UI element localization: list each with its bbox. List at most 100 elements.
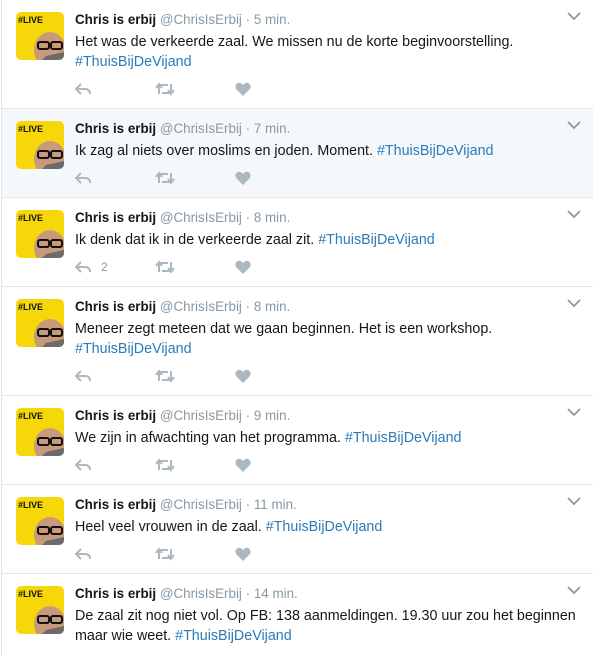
tweet-text: Het was de verkeerde zaal. We missen nu … xyxy=(75,32,579,72)
avatar[interactable]: #LIVE xyxy=(16,586,64,634)
tweet[interactable]: #LIVE Chris is erbij @ChrisIsErbij · 8 m… xyxy=(2,198,593,287)
tweet-author-handle[interactable]: @ChrisIsErbij xyxy=(160,299,242,314)
hashtag-link[interactable]: #ThuisBijDeVijand xyxy=(75,54,192,70)
tweet-body: Ik denk dat ik in de verkeerde zaal zit. xyxy=(75,232,319,248)
avatar-image: #LIVE xyxy=(16,121,64,169)
tweet[interactable]: #LIVE Chris is erbij @ChrisIsErbij · 8 m… xyxy=(2,287,593,396)
tweet-author-handle[interactable]: @ChrisIsErbij xyxy=(160,12,242,27)
retweet-icon xyxy=(155,82,175,96)
tweet-author-name[interactable]: Chris is erbij xyxy=(75,299,156,314)
tweet-author-name[interactable]: Chris is erbij xyxy=(75,210,156,225)
tweet-timestamp[interactable]: 11 min. xyxy=(254,497,297,512)
avatar[interactable]: #LIVE xyxy=(16,408,64,456)
reply-button[interactable] xyxy=(75,369,155,383)
retweet-button[interactable] xyxy=(155,458,235,472)
tweet-author-handle[interactable]: @ChrisIsErbij xyxy=(160,210,242,225)
retweet-icon xyxy=(155,260,175,274)
chevron-down-icon[interactable] xyxy=(567,405,581,419)
tweet-timestamp[interactable]: 14 min. xyxy=(254,586,298,601)
chevron-down-icon[interactable] xyxy=(567,494,581,508)
tweet-author-handle[interactable]: @ChrisIsErbij xyxy=(160,121,242,136)
tweet-body: Het was de verkeerde zaal. We missen nu … xyxy=(75,34,514,50)
heart-icon xyxy=(235,458,251,472)
like-button[interactable] xyxy=(235,260,251,274)
reply-icon xyxy=(75,548,91,560)
tweet-author-name[interactable]: Chris is erbij xyxy=(75,12,156,27)
tweet-body: De zaal zit nog niet vol. Op FB: 138 aan… xyxy=(75,608,576,644)
tweet[interactable]: #LIVE Chris is erbij @ChrisIsErbij · 5 m… xyxy=(2,0,593,109)
tweet[interactable]: #LIVE Chris is erbij @ChrisIsErbij · 9 m… xyxy=(2,396,593,485)
tweet-text: De zaal zit nog niet vol. Op FB: 138 aan… xyxy=(75,606,579,646)
like-button[interactable] xyxy=(235,547,251,561)
reply-icon xyxy=(75,172,91,184)
avatar-badge: #LIVE xyxy=(18,500,43,510)
tweet-body: Meneer zegt meteen dat we gaan beginnen.… xyxy=(75,321,493,337)
hashtag-link[interactable]: #ThuisBijDeVijand xyxy=(318,232,435,248)
tweet-timestamp[interactable]: 8 min. xyxy=(254,210,290,225)
tweet-timestamp[interactable]: 5 min. xyxy=(254,12,290,27)
tweet[interactable]: #LIVE Chris is erbij @ChrisIsErbij · 14 … xyxy=(2,574,593,656)
tweet-body: We zijn in afwachting van het programma. xyxy=(75,430,345,446)
like-button[interactable] xyxy=(235,82,251,96)
retweet-button[interactable] xyxy=(155,369,235,383)
chevron-down-icon[interactable] xyxy=(567,583,581,597)
hashtag-link[interactable]: #ThuisBijDeVijand xyxy=(75,341,192,357)
retweet-button[interactable] xyxy=(155,260,235,274)
retweet-button[interactable] xyxy=(155,171,235,185)
tweet-timestamp[interactable]: 7 min. xyxy=(254,121,290,136)
tweet-timestamp[interactable]: 8 min. xyxy=(254,299,290,314)
avatar-badge: #LIVE xyxy=(18,302,43,312)
reply-button[interactable] xyxy=(75,547,155,561)
separator: · xyxy=(245,12,251,27)
reply-icon xyxy=(75,370,91,382)
hashtag-link[interactable]: #ThuisBijDeVijand xyxy=(377,143,494,159)
chevron-down-icon[interactable] xyxy=(567,118,581,132)
retweet-button[interactable] xyxy=(155,82,235,96)
like-button[interactable] xyxy=(235,171,251,185)
avatar-image: #LIVE xyxy=(16,12,64,60)
reply-button[interactable]: 2 xyxy=(75,260,155,274)
avatar-image: #LIVE xyxy=(16,586,64,634)
reply-button[interactable] xyxy=(75,458,155,472)
tweet-text: Meneer zegt meteen dat we gaan beginnen.… xyxy=(75,319,579,359)
tweet[interactable]: #LIVE Chris is erbij @ChrisIsErbij · 11 … xyxy=(2,485,593,574)
like-button[interactable] xyxy=(235,458,251,472)
reply-icon xyxy=(75,459,91,471)
tweet-author-handle[interactable]: @ChrisIsErbij xyxy=(160,497,242,512)
tweet-author-name[interactable]: Chris is erbij xyxy=(75,408,156,423)
tweet-timestamp[interactable]: 9 min. xyxy=(254,408,290,423)
chevron-down-icon[interactable] xyxy=(567,9,581,23)
reply-button[interactable] xyxy=(75,82,155,96)
avatar[interactable]: #LIVE xyxy=(16,497,64,545)
tweet-author-name[interactable]: Chris is erbij xyxy=(75,121,156,136)
heart-icon xyxy=(235,171,251,185)
avatar[interactable]: #LIVE xyxy=(16,12,64,60)
avatar-badge: #LIVE xyxy=(18,411,43,421)
avatar[interactable]: #LIVE xyxy=(16,121,64,169)
chevron-down-icon[interactable] xyxy=(567,296,581,310)
avatar-image: #LIVE xyxy=(16,299,64,347)
tweet-text: We zijn in afwachting van het programma.… xyxy=(75,428,579,448)
reply-button[interactable] xyxy=(75,171,155,185)
avatar[interactable]: #LIVE xyxy=(16,299,64,347)
separator: · xyxy=(245,121,251,136)
like-button[interactable] xyxy=(235,369,251,383)
retweet-icon xyxy=(155,458,175,472)
tweet-text: Ik denk dat ik in de verkeerde zaal zit.… xyxy=(75,230,579,250)
hashtag-link[interactable]: #ThuisBijDeVijand xyxy=(175,628,292,644)
hashtag-link[interactable]: #ThuisBijDeVijand xyxy=(266,519,383,535)
retweet-button[interactable] xyxy=(155,547,235,561)
tweet[interactable]: #LIVE Chris is erbij @ChrisIsErbij · 7 m… xyxy=(2,109,593,198)
tweet-author-handle[interactable]: @ChrisIsErbij xyxy=(160,586,242,601)
tweet-author-name[interactable]: Chris is erbij xyxy=(75,497,156,512)
retweet-icon xyxy=(155,369,175,383)
tweet-author-name[interactable]: Chris is erbij xyxy=(75,586,156,601)
tweet-body: Heel veel vrouwen in de zaal. xyxy=(75,519,266,535)
hashtag-link[interactable]: #ThuisBijDeVijand xyxy=(345,430,462,446)
retweet-icon xyxy=(155,547,175,561)
chevron-down-icon[interactable] xyxy=(567,207,581,221)
avatar-badge: #LIVE xyxy=(18,15,43,25)
avatar[interactable]: #LIVE xyxy=(16,210,64,258)
separator: · xyxy=(245,497,251,512)
tweet-author-handle[interactable]: @ChrisIsErbij xyxy=(160,408,242,423)
